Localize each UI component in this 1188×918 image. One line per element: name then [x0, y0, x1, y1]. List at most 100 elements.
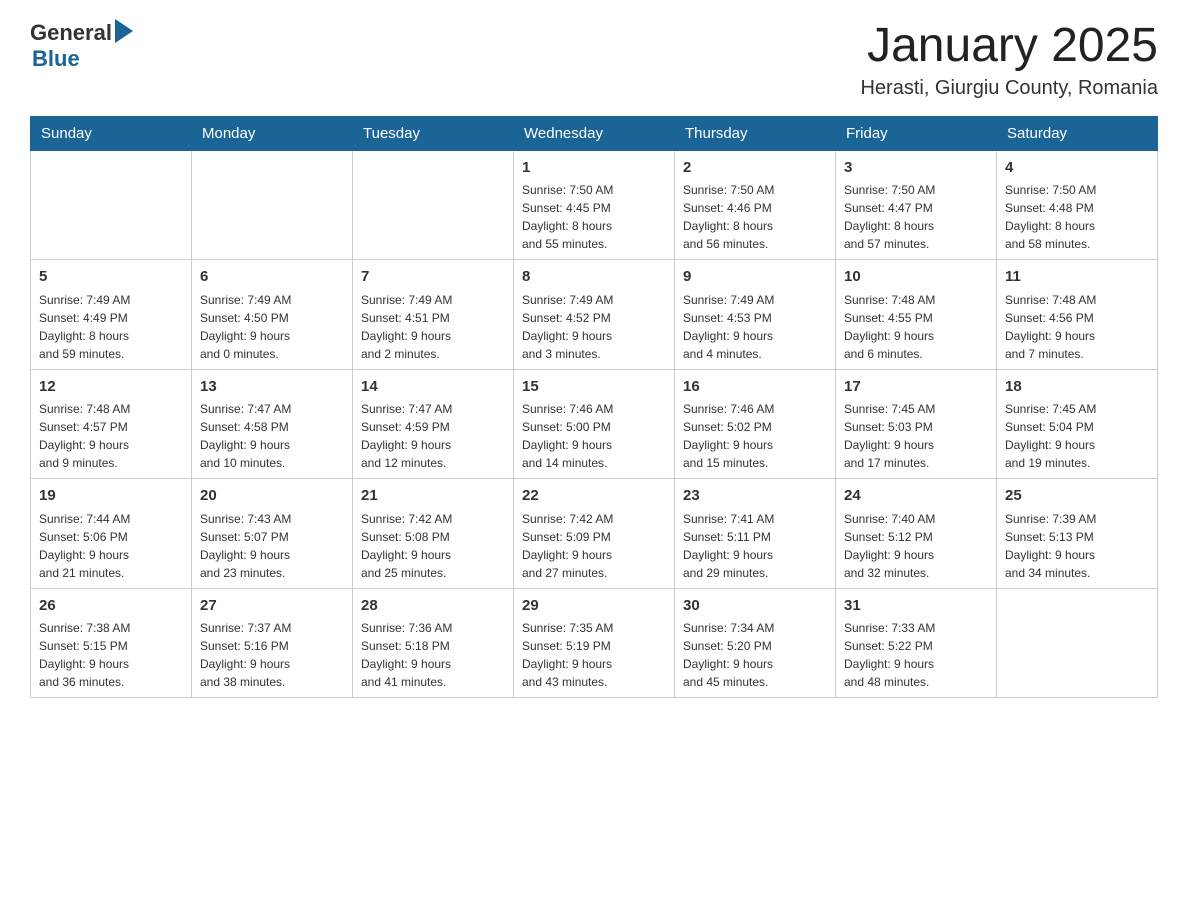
day-info: Sunrise: 7:45 AMSunset: 5:03 PMDaylight:…: [844, 400, 988, 472]
calendar-cell: 16Sunrise: 7:46 AMSunset: 5:02 PMDayligh…: [675, 369, 836, 479]
day-number: 27: [200, 595, 344, 618]
day-number: 17: [844, 376, 988, 399]
day-number: 11: [1005, 266, 1149, 289]
day-info: Sunrise: 7:49 AMSunset: 4:50 PMDaylight:…: [200, 291, 344, 363]
calendar-week-row: 12Sunrise: 7:48 AMSunset: 4:57 PMDayligh…: [31, 369, 1158, 479]
day-info: Sunrise: 7:47 AMSunset: 4:58 PMDaylight:…: [200, 400, 344, 472]
calendar-cell: 17Sunrise: 7:45 AMSunset: 5:03 PMDayligh…: [836, 369, 997, 479]
calendar-cell: [192, 150, 353, 260]
day-info: Sunrise: 7:34 AMSunset: 5:20 PMDaylight:…: [683, 619, 827, 691]
calendar-cell: 2Sunrise: 7:50 AMSunset: 4:46 PMDaylight…: [675, 150, 836, 260]
calendar-cell: 15Sunrise: 7:46 AMSunset: 5:00 PMDayligh…: [514, 369, 675, 479]
day-number: 7: [361, 266, 505, 289]
day-info: Sunrise: 7:39 AMSunset: 5:13 PMDaylight:…: [1005, 510, 1149, 582]
page-subtitle: Herasti, Giurgiu County, Romania: [860, 77, 1158, 100]
day-info: Sunrise: 7:38 AMSunset: 5:15 PMDaylight:…: [39, 619, 183, 691]
calendar-day-header: Saturday: [997, 116, 1158, 150]
calendar-cell: 30Sunrise: 7:34 AMSunset: 5:20 PMDayligh…: [675, 588, 836, 698]
day-info: Sunrise: 7:49 AMSunset: 4:52 PMDaylight:…: [522, 291, 666, 363]
calendar-cell: 5Sunrise: 7:49 AMSunset: 4:49 PMDaylight…: [31, 260, 192, 370]
day-info: Sunrise: 7:49 AMSunset: 4:53 PMDaylight:…: [683, 291, 827, 363]
calendar-week-row: 5Sunrise: 7:49 AMSunset: 4:49 PMDaylight…: [31, 260, 1158, 370]
day-number: 18: [1005, 376, 1149, 399]
day-info: Sunrise: 7:40 AMSunset: 5:12 PMDaylight:…: [844, 510, 988, 582]
day-info: Sunrise: 7:49 AMSunset: 4:49 PMDaylight:…: [39, 291, 183, 363]
day-number: 13: [200, 376, 344, 399]
day-number: 24: [844, 485, 988, 508]
calendar-cell: 13Sunrise: 7:47 AMSunset: 4:58 PMDayligh…: [192, 369, 353, 479]
day-info: Sunrise: 7:46 AMSunset: 5:00 PMDaylight:…: [522, 400, 666, 472]
calendar-cell: 23Sunrise: 7:41 AMSunset: 5:11 PMDayligh…: [675, 479, 836, 589]
calendar-cell: 21Sunrise: 7:42 AMSunset: 5:08 PMDayligh…: [353, 479, 514, 589]
calendar-day-header: Thursday: [675, 116, 836, 150]
calendar-cell: 26Sunrise: 7:38 AMSunset: 5:15 PMDayligh…: [31, 588, 192, 698]
calendar-cell: 18Sunrise: 7:45 AMSunset: 5:04 PMDayligh…: [997, 369, 1158, 479]
day-info: Sunrise: 7:50 AMSunset: 4:47 PMDaylight:…: [844, 181, 988, 253]
day-number: 31: [844, 595, 988, 618]
logo-general-text: General: [30, 20, 112, 46]
day-info: Sunrise: 7:48 AMSunset: 4:56 PMDaylight:…: [1005, 291, 1149, 363]
day-info: Sunrise: 7:44 AMSunset: 5:06 PMDaylight:…: [39, 510, 183, 582]
calendar-cell: 27Sunrise: 7:37 AMSunset: 5:16 PMDayligh…: [192, 588, 353, 698]
calendar-cell: 20Sunrise: 7:43 AMSunset: 5:07 PMDayligh…: [192, 479, 353, 589]
day-number: 15: [522, 376, 666, 399]
day-info: Sunrise: 7:45 AMSunset: 5:04 PMDaylight:…: [1005, 400, 1149, 472]
day-number: 3: [844, 157, 988, 180]
day-info: Sunrise: 7:50 AMSunset: 4:48 PMDaylight:…: [1005, 181, 1149, 253]
logo-blue-text: Blue: [32, 46, 80, 72]
day-number: 20: [200, 485, 344, 508]
day-info: Sunrise: 7:48 AMSunset: 4:57 PMDaylight:…: [39, 400, 183, 472]
calendar-cell: 10Sunrise: 7:48 AMSunset: 4:55 PMDayligh…: [836, 260, 997, 370]
day-number: 21: [361, 485, 505, 508]
logo-arrow-icon: [115, 19, 133, 43]
title-block: January 2025 Herasti, Giurgiu County, Ro…: [860, 20, 1158, 100]
day-info: Sunrise: 7:35 AMSunset: 5:19 PMDaylight:…: [522, 619, 666, 691]
calendar-cell: 1Sunrise: 7:50 AMSunset: 4:45 PMDaylight…: [514, 150, 675, 260]
day-number: 19: [39, 485, 183, 508]
day-number: 22: [522, 485, 666, 508]
calendar-cell: 9Sunrise: 7:49 AMSunset: 4:53 PMDaylight…: [675, 260, 836, 370]
calendar-cell: 4Sunrise: 7:50 AMSunset: 4:48 PMDaylight…: [997, 150, 1158, 260]
day-info: Sunrise: 7:42 AMSunset: 5:08 PMDaylight:…: [361, 510, 505, 582]
calendar-cell: [31, 150, 192, 260]
calendar-day-header: Monday: [192, 116, 353, 150]
day-info: Sunrise: 7:50 AMSunset: 4:45 PMDaylight:…: [522, 181, 666, 253]
logo: General Blue: [30, 20, 133, 72]
calendar-cell: 31Sunrise: 7:33 AMSunset: 5:22 PMDayligh…: [836, 588, 997, 698]
calendar-week-row: 26Sunrise: 7:38 AMSunset: 5:15 PMDayligh…: [31, 588, 1158, 698]
calendar-cell: 11Sunrise: 7:48 AMSunset: 4:56 PMDayligh…: [997, 260, 1158, 370]
calendar-day-header: Tuesday: [353, 116, 514, 150]
calendar-day-header: Sunday: [31, 116, 192, 150]
day-number: 28: [361, 595, 505, 618]
day-info: Sunrise: 7:50 AMSunset: 4:46 PMDaylight:…: [683, 181, 827, 253]
day-info: Sunrise: 7:46 AMSunset: 5:02 PMDaylight:…: [683, 400, 827, 472]
calendar-cell: 8Sunrise: 7:49 AMSunset: 4:52 PMDaylight…: [514, 260, 675, 370]
calendar-cell: 3Sunrise: 7:50 AMSunset: 4:47 PMDaylight…: [836, 150, 997, 260]
calendar-cell: 24Sunrise: 7:40 AMSunset: 5:12 PMDayligh…: [836, 479, 997, 589]
day-info: Sunrise: 7:33 AMSunset: 5:22 PMDaylight:…: [844, 619, 988, 691]
day-number: 14: [361, 376, 505, 399]
calendar-cell: 12Sunrise: 7:48 AMSunset: 4:57 PMDayligh…: [31, 369, 192, 479]
day-number: 26: [39, 595, 183, 618]
day-info: Sunrise: 7:36 AMSunset: 5:18 PMDaylight:…: [361, 619, 505, 691]
calendar-cell: 29Sunrise: 7:35 AMSunset: 5:19 PMDayligh…: [514, 588, 675, 698]
calendar-cell: 14Sunrise: 7:47 AMSunset: 4:59 PMDayligh…: [353, 369, 514, 479]
day-number: 12: [39, 376, 183, 399]
page-title: January 2025: [860, 20, 1158, 73]
day-info: Sunrise: 7:42 AMSunset: 5:09 PMDaylight:…: [522, 510, 666, 582]
calendar-cell: [353, 150, 514, 260]
day-info: Sunrise: 7:37 AMSunset: 5:16 PMDaylight:…: [200, 619, 344, 691]
page-header: General Blue January 2025 Herasti, Giurg…: [30, 20, 1158, 100]
day-number: 16: [683, 376, 827, 399]
calendar-cell: [997, 588, 1158, 698]
calendar-day-header: Wednesday: [514, 116, 675, 150]
day-info: Sunrise: 7:49 AMSunset: 4:51 PMDaylight:…: [361, 291, 505, 363]
day-number: 1: [522, 157, 666, 180]
calendar-cell: 6Sunrise: 7:49 AMSunset: 4:50 PMDaylight…: [192, 260, 353, 370]
calendar-day-header: Friday: [836, 116, 997, 150]
day-number: 10: [844, 266, 988, 289]
day-number: 6: [200, 266, 344, 289]
day-number: 30: [683, 595, 827, 618]
calendar-week-row: 1Sunrise: 7:50 AMSunset: 4:45 PMDaylight…: [31, 150, 1158, 260]
day-number: 2: [683, 157, 827, 180]
